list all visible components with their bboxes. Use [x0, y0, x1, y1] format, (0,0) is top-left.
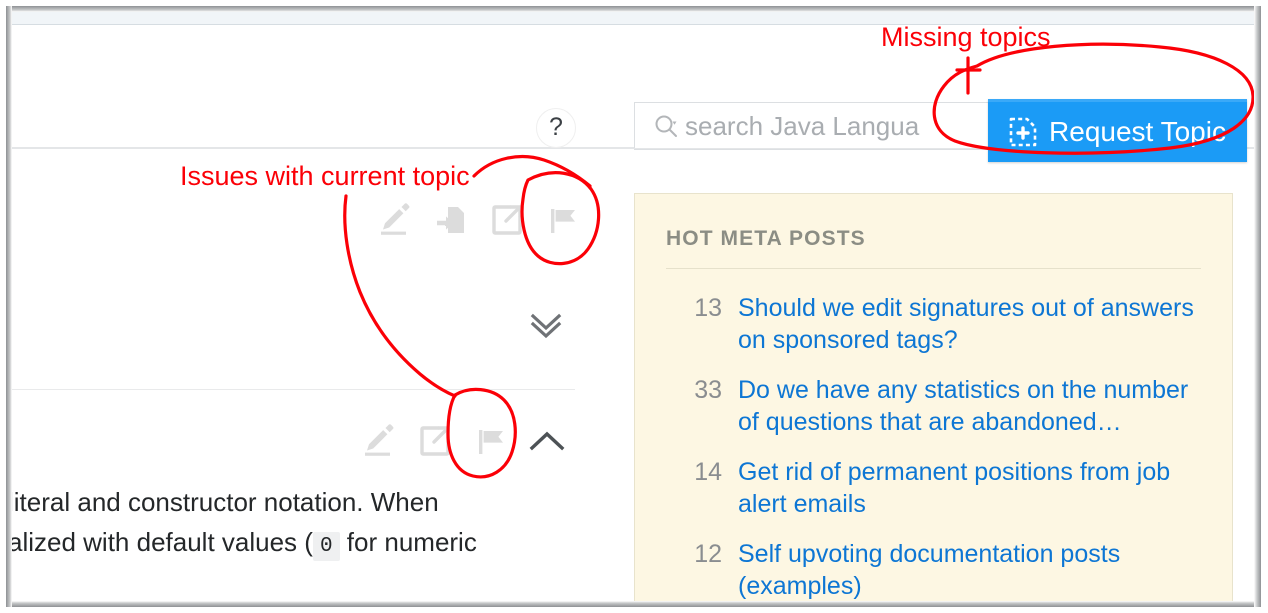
list-item: 14 Get rid of permanent positions from j…: [635, 447, 1232, 529]
screenshot-root: ? Request Topic: [0, 0, 1268, 613]
post-link[interactable]: Self upvoting documentation posts (examp…: [738, 538, 1198, 602]
post-score: 33: [694, 376, 722, 404]
body-line-1: literal and constructor notation. When: [8, 487, 439, 517]
top-nav-strip: [7, 7, 1258, 25]
post-score: 14: [694, 458, 722, 486]
document-plus-icon: [1009, 117, 1037, 147]
body-line-2: alized with default values (0 for numeri…: [8, 522, 628, 567]
topic-body-text: literal and constructor notation. When a…: [8, 482, 628, 567]
body-line-2-tail: for numeric: [346, 527, 477, 557]
list-item: 13 Should we edit signatures out of answ…: [635, 283, 1232, 365]
hot-meta-posts-list: 13 Should we edit signatures out of answ…: [635, 283, 1232, 605]
flag-icon[interactable]: [474, 424, 508, 458]
document-arrow-icon[interactable]: [434, 203, 468, 237]
request-topic-button[interactable]: Request Topic: [988, 99, 1247, 162]
post-link[interactable]: Should we edit signatures out of answers…: [738, 292, 1198, 356]
external-link-icon[interactable]: [418, 424, 452, 458]
post-action-row-lower: [362, 424, 508, 458]
hot-meta-posts-title: HOT META POSTS: [666, 227, 866, 250]
external-link-icon[interactable]: [490, 203, 524, 237]
annotation-label-issues-topic: Issues with current topic: [180, 161, 470, 191]
post-link[interactable]: Get rid of permanent positions from job …: [738, 456, 1198, 520]
chevron-up-icon[interactable]: [526, 424, 568, 460]
body-line-2-before: alized with default values (: [8, 527, 313, 557]
flag-icon[interactable]: [546, 203, 580, 237]
topic-header-bar: ? Request Topic: [7, 26, 1261, 162]
post-action-row-top: [378, 203, 580, 237]
post-link[interactable]: Do we have any statistics on the number …: [738, 374, 1198, 438]
pencil-icon[interactable]: [378, 203, 412, 237]
request-topic-label: Request Topic: [1049, 116, 1226, 147]
post-score: 12: [694, 540, 722, 568]
hot-meta-divider: [666, 268, 1201, 269]
chevron-double-down-icon[interactable]: [524, 303, 568, 347]
list-item: 12 Self upvoting documentation posts (ex…: [635, 529, 1232, 605]
section-divider: [7, 389, 575, 390]
code-chip: 0: [312, 532, 340, 561]
help-icon[interactable]: ?: [536, 108, 576, 148]
body-line-2-after: [340, 527, 347, 557]
pencil-icon[interactable]: [362, 424, 396, 458]
list-item: 33 Do we have any statistics on the numb…: [635, 365, 1232, 447]
hot-meta-posts-panel: HOT META POSTS 13 Should we edit signatu…: [634, 193, 1233, 606]
search-icon: [653, 113, 679, 139]
post-score: 13: [694, 294, 722, 322]
